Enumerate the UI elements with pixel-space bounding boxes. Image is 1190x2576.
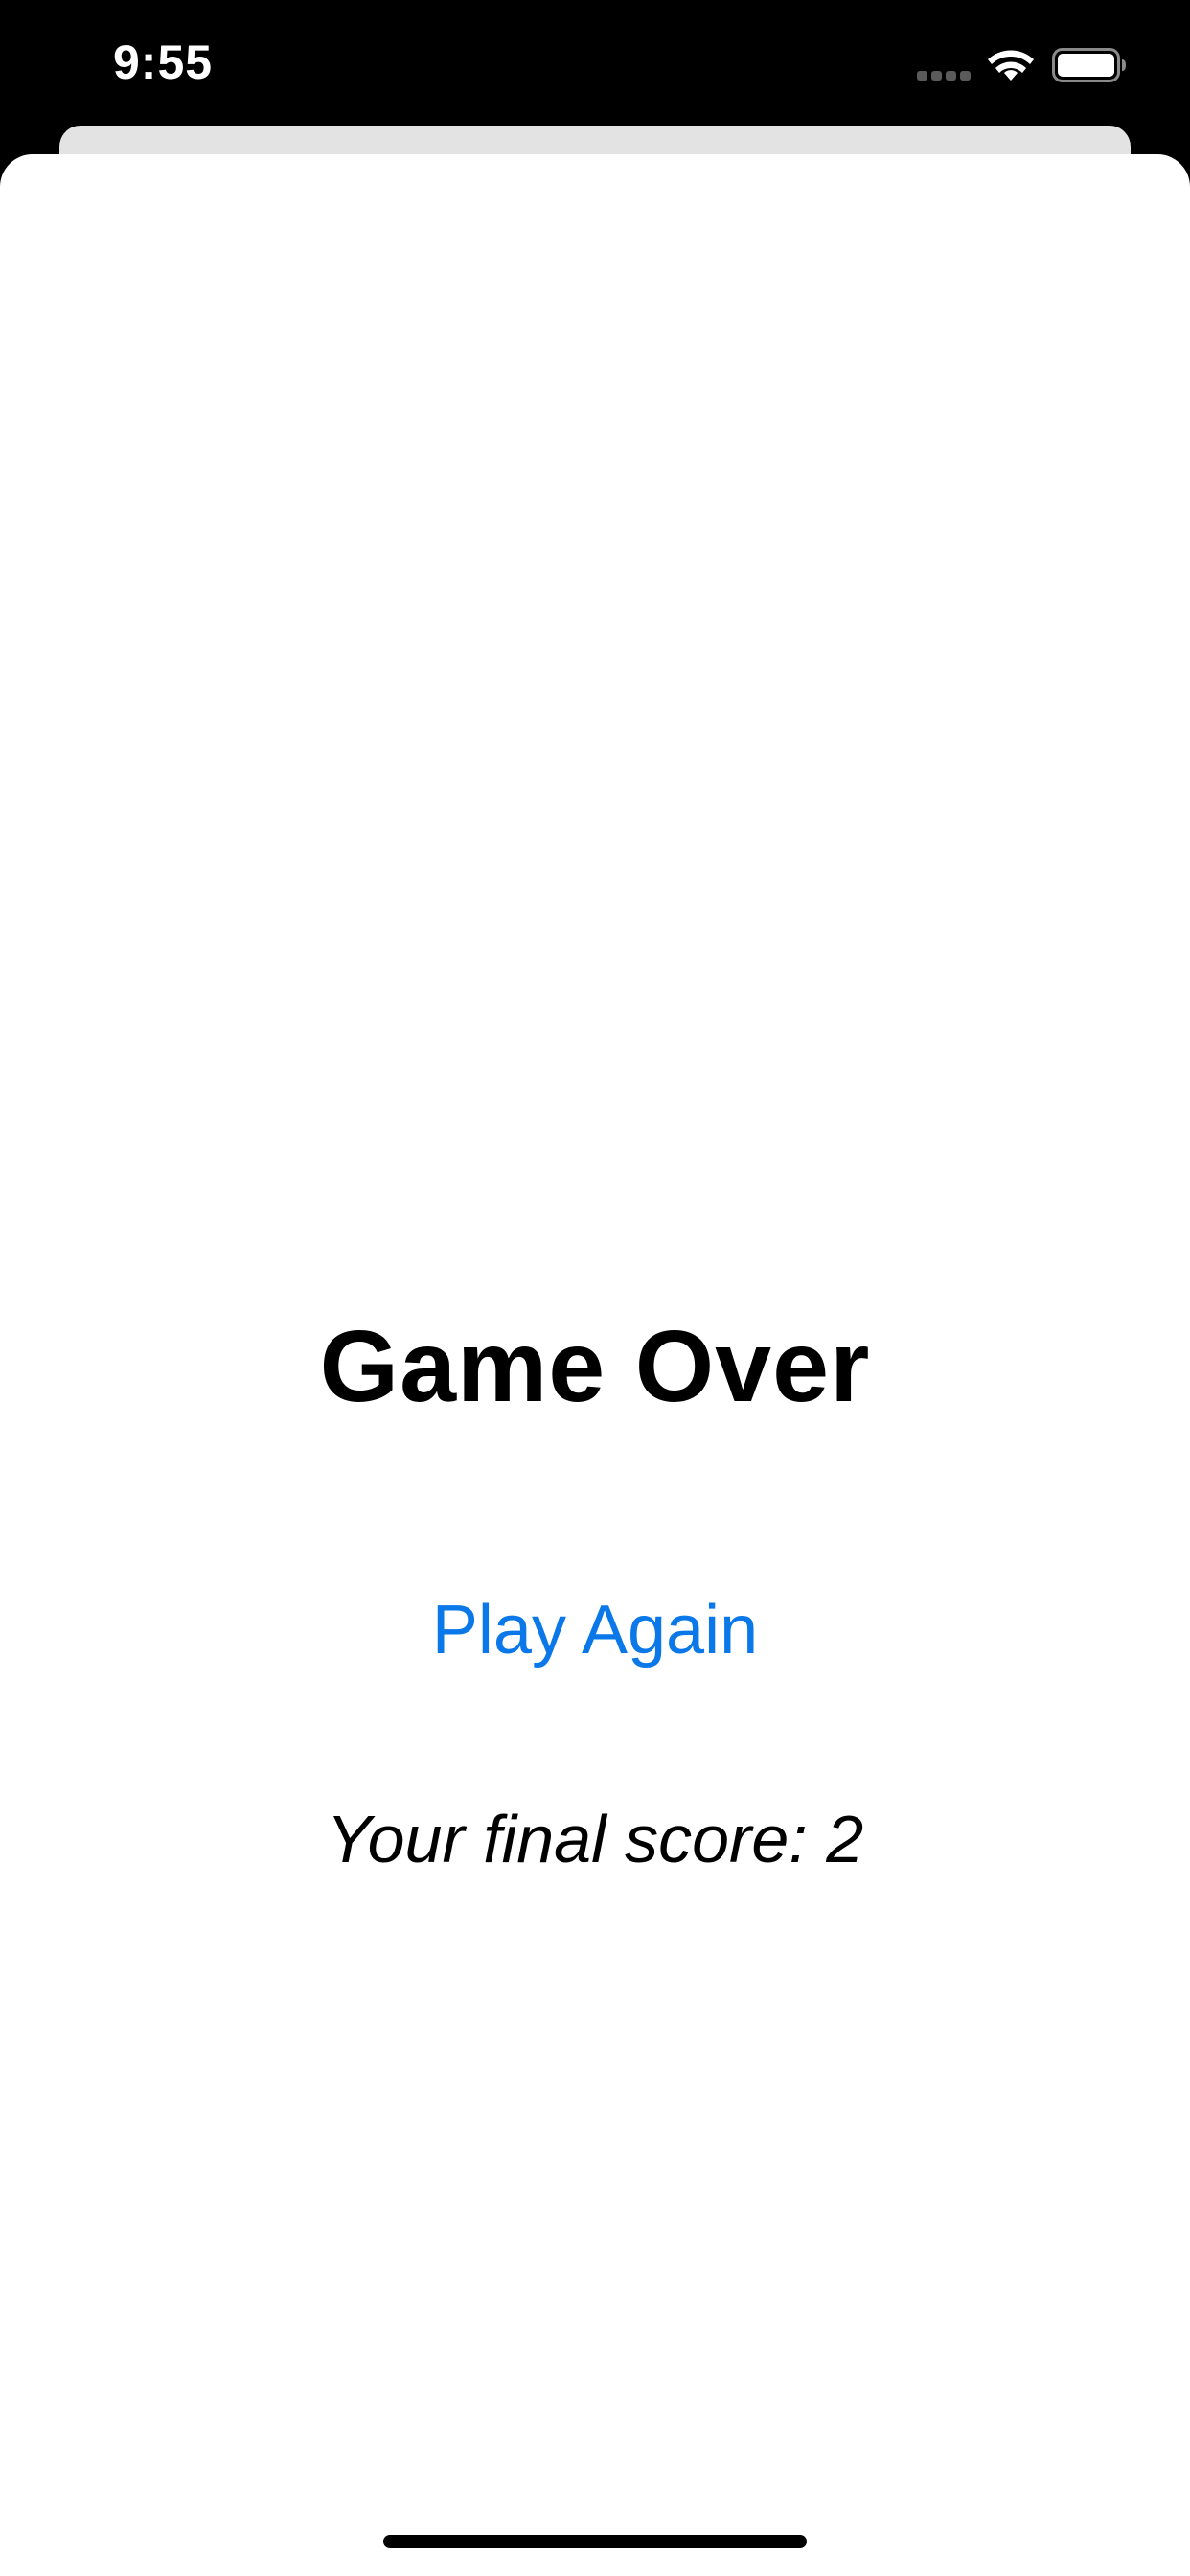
- cellular-signal-icon: [917, 71, 971, 80]
- battery-icon: [1052, 48, 1126, 82]
- home-indicator[interactable]: [383, 2535, 807, 2548]
- status-bar: 9:55: [0, 0, 1190, 134]
- status-time: 9:55: [113, 35, 214, 89]
- phone-screen: 9:55 Game Over Play Again Your final sco…: [0, 0, 1190, 2576]
- game-over-title: Game Over: [319, 1310, 871, 1423]
- game-over-sheet: Game Over Play Again Your final score: 2: [0, 154, 1190, 2576]
- wifi-icon: [988, 50, 1034, 80]
- final-score-text: Your final score: 2: [0, 1801, 1190, 1877]
- final-score-value: 2: [826, 1802, 864, 1876]
- play-again-button[interactable]: Play Again: [403, 1582, 787, 1678]
- final-score-label: Your final score:: [326, 1802, 808, 1876]
